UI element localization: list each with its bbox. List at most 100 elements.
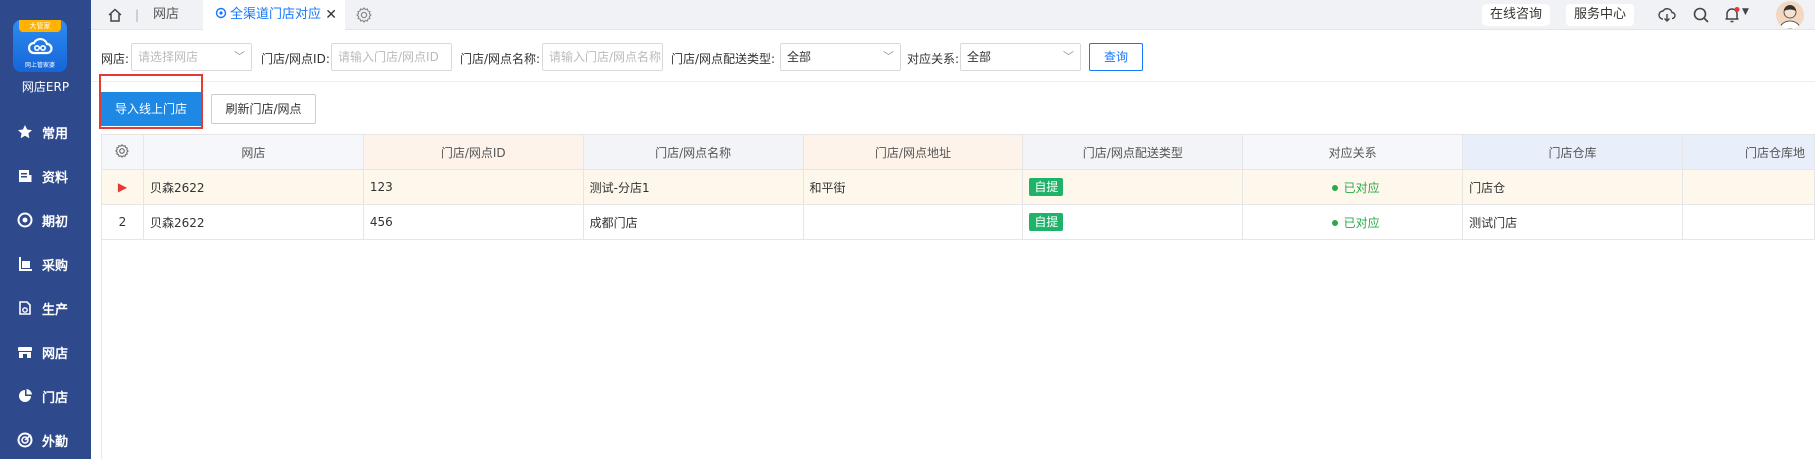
service-center-button[interactable]: 服务中心 [1566,4,1635,26]
column-header[interactable]: 门店/网点配送类型 [1022,134,1244,170]
delivery-type-value: 全部 [787,50,812,64]
cloud-download-icon[interactable] [1658,6,1676,24]
store-id-input[interactable]: 请输入门店/网点ID [331,43,452,71]
cell-store-name: 成都门店 [582,204,804,240]
cell-store-id: 456 [362,204,584,240]
chevron-down-icon: ﹀ [883,50,894,63]
sidebar-item-label: 网店 [42,346,69,362]
purchase-icon [16,255,34,273]
sidebar-item-common[interactable]: 常用 [0,110,91,154]
sidebar-item-online-store[interactable]: 网店 [0,330,91,374]
online-consult-button[interactable]: 在线咨询 [1482,4,1551,26]
sidebar-item-field[interactable]: 外勤 [0,418,91,462]
cell-warehouse: 门店仓 [1462,169,1683,205]
relation-value: 全部 [967,50,992,64]
cell-delivery-type: 自提 [1022,169,1244,205]
sidebar-item-production[interactable]: 生产 [0,286,91,330]
sidebar-item-label: 生产 [42,302,69,318]
relation-status: 已对应 [1343,180,1380,195]
column-header[interactable]: 门店/网点ID [362,134,584,170]
delivery-type-label: 门店/网点配送类型: [671,52,776,66]
shop-select[interactable]: 请选择网店 ﹀ [131,43,252,71]
column-header[interactable]: 门店/网点地址 [802,134,1024,170]
cell-store-address: 和平街 [802,169,1024,205]
store-mapping-table: 网店 门店/网点ID 门店/网点名称 门店/网点地址 门店/网点配送类型 对应关… [101,134,1815,240]
delivery-type-select[interactable]: 全部 ﹀ [780,43,901,71]
target-icon [16,211,34,229]
top-tab-bar: | 网店 全渠道门店对应 ✕ 在线咨询 服务中心 ▼ [91,0,1815,30]
tab-online-store[interactable]: 网店 [153,0,179,30]
sidebar-item-label: 资料 [42,170,69,186]
relation-status: 已对应 [1343,215,1380,230]
gear-icon[interactable] [355,6,373,24]
logo-ribbon: 大管家 [19,20,61,32]
sidebar-nav: 常用 资料 期初 采购 生产 网店 门店 外勤 [0,110,91,462]
cell-warehouse-address [1681,169,1815,205]
status-dot [1331,185,1338,191]
column-header[interactable]: 门店/网点名称 [582,134,804,170]
cell-relation: 已对应 [1242,204,1464,240]
table-header-row: 网店 门店/网点ID 门店/网点名称 门店/网点地址 门店/网点配送类型 对应关… [101,134,1815,170]
relation-select[interactable]: 全部 ﹀ [960,43,1081,71]
shop-select-placeholder: 请选择网店 [138,50,199,64]
delivery-tag: 自提 [1029,213,1064,231]
gear-icon[interactable] [114,143,130,159]
logo-subtitle: 网上管家婆 [24,62,55,69]
column-header[interactable]: 网店 [142,134,364,170]
chevron-down-icon: ﹀ [234,50,245,63]
avatar[interactable] [1776,1,1804,29]
close-icon[interactable]: ✕ [325,0,337,30]
column-header[interactable]: 门店仓库地 [1681,134,1815,170]
store-name-placeholder: 请输入门店/网点名称 [549,50,662,64]
sidebar-item-label: 期初 [42,214,69,230]
sidebar: 大管家 网上管家婆 网店ERP 常用 资料 期初 采购 生产 网店 门店 外勤 [0,0,91,459]
production-icon [16,299,34,317]
store-icon [16,343,34,361]
home-icon[interactable] [107,7,123,23]
status-dot [1331,220,1338,226]
column-header[interactable]: 门店仓库 [1462,134,1683,170]
bell-icon[interactable] [1723,6,1741,24]
sidebar-item-label: 采购 [42,258,69,274]
pie-icon [16,387,34,405]
field-icon [16,431,34,449]
sidebar-item-label: 门店 [42,390,69,406]
refresh-store-button[interactable]: 刷新门店/网点 [211,94,316,124]
cell-store-name: 测试-分店1 [582,169,804,205]
row-index: 2 [101,204,144,240]
cell-store-address [802,204,1024,240]
cloud-icon [27,37,53,55]
sidebar-item-purchase[interactable]: 采购 [0,242,91,286]
content-left-border [101,134,102,459]
sidebar-item-store[interactable]: 门店 [0,374,91,418]
document-icon [16,167,34,185]
tab-omnichannel-store-mapping[interactable]: 全渠道门店对应 ✕ [203,0,345,30]
tab-label: 网店 [153,7,180,22]
chevron-down-icon: ﹀ [1063,50,1074,63]
chevron-down-icon[interactable]: ▼ [1742,7,1749,17]
cell-delivery-type: 自提 [1022,204,1244,240]
filter-bar: 网店: 请选择网店 ﹀ 门店/网点ID: 请输入门店/网点ID 门店/网点名称:… [91,30,1815,82]
star-icon [16,123,34,141]
row-indicator: ▶ [101,169,144,205]
tab-separator: | [135,8,140,22]
store-name-input[interactable]: 请输入门店/网点名称 [542,43,663,71]
app-logo: 大管家 网上管家婆 [13,20,67,72]
query-button[interactable]: 查询 [1089,43,1143,71]
sidebar-item-label: 常用 [42,126,69,142]
search-icon[interactable] [1692,6,1710,24]
table-row[interactable]: 2 贝森2622 456 成都门店 自提 已对应 测试门店 [101,204,1815,240]
shop-filter-label: 网店: [101,52,130,66]
column-settings[interactable] [101,134,144,170]
sidebar-item-initial[interactable]: 期初 [0,198,91,242]
store-id-label: 门店/网点ID: [261,52,330,66]
import-online-store-button[interactable]: 导入线上门店 [101,92,201,126]
sidebar-item-data[interactable]: 资料 [0,154,91,198]
delivery-tag: 自提 [1029,178,1064,196]
cell-relation: 已对应 [1242,169,1464,205]
table-row[interactable]: ▶ 贝森2622 123 测试-分店1 和平街 自提 已对应 门店仓 [101,169,1815,205]
store-name-label: 门店/网点名称: [460,52,541,66]
app-name: 网店ERP [21,80,70,94]
column-header[interactable]: 对应关系 [1242,134,1464,170]
store-id-placeholder: 请输入门店/网点ID [338,50,439,64]
